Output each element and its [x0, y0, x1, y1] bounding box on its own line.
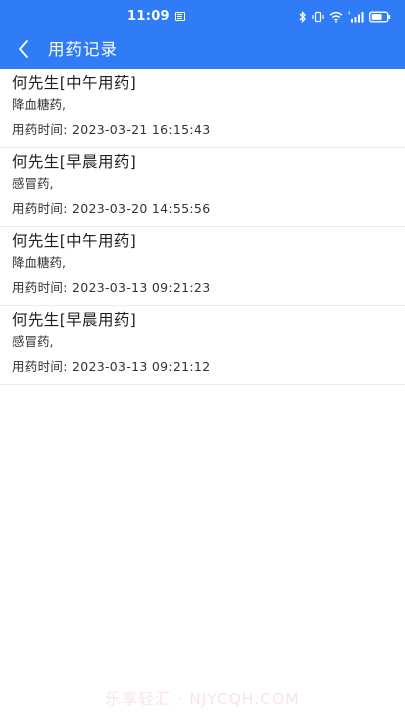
record-drug: 感冒药,: [12, 334, 54, 349]
sim-card-icon: [174, 12, 185, 21]
status-time-group: 11:09: [127, 9, 185, 24]
list-item[interactable]: 何先生[早晨用药] 感冒药, 用药时间: 2023-03-20 14:55:56: [0, 148, 405, 227]
vibrate-icon: [312, 11, 324, 23]
record-title: 何先生[早晨用药]: [12, 153, 137, 171]
record-time: 用药时间: 2023-03-20 14:55:56: [12, 201, 211, 216]
wifi-icon: [329, 11, 343, 23]
bluetooth-icon: [299, 11, 307, 23]
status-time: 11:09: [127, 9, 170, 24]
back-button[interactable]: [10, 37, 38, 65]
page-title: 用药记录: [48, 40, 118, 59]
signal-icon: [348, 11, 364, 23]
record-drug: 降血糖药,: [12, 255, 66, 270]
record-list: 何先生[中午用药] 降血糖药, 用药时间: 2023-03-21 16:15:4…: [0, 69, 405, 385]
chevron-left-icon: [17, 39, 31, 63]
status-bar: 11:09: [0, 0, 405, 34]
record-time: 用药时间: 2023-03-13 09:21:23: [12, 280, 211, 295]
record-time: 用药时间: 2023-03-21 16:15:43: [12, 122, 211, 137]
record-title: 何先生[中午用药]: [12, 74, 137, 92]
list-item[interactable]: 何先生[中午用药] 降血糖药, 用药时间: 2023-03-13 09:21:2…: [0, 227, 405, 306]
status-icons: [299, 10, 391, 24]
nav-bar: 用药记录: [0, 34, 405, 69]
record-title: 何先生[中午用药]: [12, 232, 137, 250]
app-header: 11:09 用药记录: [0, 0, 405, 69]
battery-icon: [369, 11, 391, 23]
list-item[interactable]: 何先生[早晨用药] 感冒药, 用药时间: 2023-03-13 09:21:12: [0, 306, 405, 385]
record-title: 何先生[早晨用药]: [12, 311, 137, 329]
list-item[interactable]: 何先生[中午用药] 降血糖药, 用药时间: 2023-03-21 16:15:4…: [0, 69, 405, 148]
record-drug: 感冒药,: [12, 176, 54, 191]
record-drug: 降血糖药,: [12, 97, 66, 112]
record-time: 用药时间: 2023-03-13 09:21:12: [12, 359, 211, 374]
watermark: 乐享轻汇 · NJYCQH.COM: [105, 690, 300, 708]
